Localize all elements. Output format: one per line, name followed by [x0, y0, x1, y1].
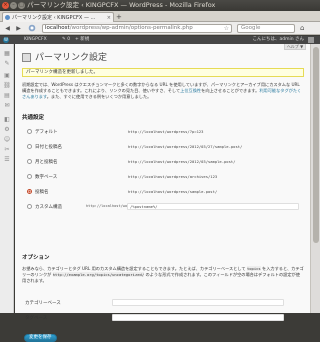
- radio-label: 日付と投稿名: [35, 144, 62, 150]
- radio-default[interactable]: [27, 129, 32, 134]
- window-maximize-button[interactable]: □: [18, 2, 25, 9]
- url-path: /wordpress/wp-admin/options-permalink.ph…: [69, 25, 193, 31]
- optional-code-2: http://example.org/topics/uncategorized/: [52, 272, 145, 277]
- radio-label: 投稿名: [35, 189, 49, 195]
- site-identity-icon[interactable]: [27, 24, 36, 33]
- settings-icon[interactable]: ☰: [3, 156, 11, 163]
- tag-base-label: タグベース: [25, 316, 48, 321]
- url-host: localhost: [45, 25, 70, 31]
- radio-month-name[interactable]: [27, 159, 32, 164]
- page-scrollbar[interactable]: [310, 44, 320, 313]
- search-placeholder: Google: [241, 25, 261, 31]
- search-bar[interactable]: Google: [237, 24, 295, 33]
- new-tab-button[interactable]: +: [116, 13, 122, 21]
- admin-bar-comments[interactable]: ✎ 0: [62, 36, 70, 44]
- intro-text: 初期設定では、WordPress はクエスチョンマークと多くの数字からなる UR…: [22, 82, 304, 100]
- intro-text-2: を向上させることができます。: [201, 88, 260, 93]
- window-controls: × – □: [2, 2, 25, 9]
- example-url: http://localhost/wordpress/2012/03/sampl…: [128, 159, 236, 164]
- window-titlebar: × – □ パーマリンク設定 ‹ KINGPCFX — WordPress - …: [0, 0, 320, 11]
- settings-page-icon: [22, 53, 31, 62]
- scrollbar-thumb[interactable]: [313, 47, 319, 243]
- admin-menu: ▦ ✎ ▣ ⛓ ▤ ✉ ◧ ⚙ ☺ ✂ ☰: [0, 44, 14, 313]
- posts-icon[interactable]: ✎: [3, 60, 11, 67]
- radio-numeric[interactable]: [27, 174, 32, 179]
- radio-label: カスタム構造: [35, 204, 62, 210]
- window-title: パーマリンク設定 ‹ KINGPCFX — WordPress - Mozill…: [27, 1, 216, 9]
- permalink-option-post-name[interactable]: 投稿名: [27, 188, 49, 195]
- tab-close-icon[interactable]: ×: [107, 15, 111, 21]
- example-url: http://localhost/wordpress/sample-post/: [128, 189, 218, 194]
- common-settings-heading: 共通設定: [22, 115, 45, 121]
- updated-notice: パーマリンク構造を更新しました。: [22, 68, 304, 77]
- wp-admin-bar: W KINGPCFX ✎ 0 + 新規 こんにちは、admin さん: [0, 36, 320, 44]
- page-title: パーマリンク設定: [35, 53, 108, 63]
- radio-label: 月と投稿名: [35, 159, 58, 165]
- help-tab[interactable]: ヘルプ ▼: [284, 44, 306, 50]
- radio-label: デフォルト: [35, 129, 58, 135]
- tag-base-input[interactable]: [112, 314, 284, 321]
- custom-structure-input[interactable]: /%postname%/: [127, 203, 299, 210]
- wordpress-logo-icon[interactable]: W: [3, 37, 9, 43]
- wordpress-favicon-icon: [5, 15, 10, 20]
- tab-label: パーマリンク設定 ‹ KINGPCFX — ...: [12, 15, 96, 21]
- bookmark-star-icon[interactable]: ☆: [224, 25, 229, 32]
- main-content: ヘルプ ▼ パーマリンク設定 パーマリンク構造を更新しました。 初期設定では、W…: [15, 44, 310, 342]
- admin-bar-new-content[interactable]: + 新規: [75, 36, 89, 44]
- permalink-option-day-name[interactable]: 日付と投稿名: [27, 143, 62, 150]
- permalink-option-custom[interactable]: カスタム構造: [27, 203, 62, 210]
- appearance-icon[interactable]: ◧: [3, 116, 11, 123]
- users-icon[interactable]: ☺: [3, 136, 11, 143]
- admin-bar-howdy[interactable]: こんにちは、admin さん: [252, 36, 304, 44]
- radio-custom[interactable]: [27, 204, 32, 209]
- navigation-bar: ◀ ▶ localhost/wordpress/wp-admin/options…: [0, 22, 320, 35]
- tab-strip: パーマリンク設定 ‹ KINGPCFX — ... × +: [0, 11, 320, 22]
- intro-link-1[interactable]: 上位互換性: [180, 88, 201, 93]
- window-minimize-button[interactable]: –: [10, 2, 17, 9]
- intro-text-3: 。また、すぐに使用できる例をいくつか用意しました。: [46, 94, 152, 99]
- url-bar[interactable]: localhost/wordpress/wp-admin/options-per…: [42, 24, 232, 33]
- back-button[interactable]: ◀: [3, 24, 12, 33]
- permalink-option-month-name[interactable]: 月と投稿名: [27, 158, 58, 165]
- category-base-label: カテゴリーベース: [25, 301, 61, 306]
- radio-day-name[interactable]: [27, 144, 32, 149]
- radio-label: 数字ベース: [35, 174, 58, 180]
- admin-bar-site-name[interactable]: KINGPCFX: [24, 36, 47, 44]
- save-changes-button[interactable]: 変更を保存: [24, 334, 57, 342]
- pages-icon[interactable]: ▤: [3, 92, 11, 99]
- avatar[interactable]: [308, 37, 314, 43]
- window-close-button[interactable]: ×: [2, 2, 9, 9]
- example-url: http://localhost/wordpress/?p=123: [128, 129, 204, 134]
- example-url: http://localhost/wordpress/2012/03/27/sa…: [128, 144, 243, 149]
- optional-desc-1: お望みなら、カテゴリーとタグ URL 用のカスタム構造を設定することもできます。…: [22, 266, 246, 271]
- links-icon[interactable]: ⛓: [3, 82, 11, 89]
- media-icon[interactable]: ▣: [3, 72, 11, 79]
- dashboard-icon[interactable]: ▦: [3, 50, 11, 57]
- radio-post-name[interactable]: [27, 189, 32, 194]
- optional-description: お望みなら、カテゴリーとタグ URL 用のカスタム構造を設定することもできます。…: [22, 266, 304, 284]
- comments-icon[interactable]: ✉: [3, 102, 11, 109]
- tools-icon[interactable]: ✂: [3, 146, 11, 153]
- optional-heading: オプション: [22, 255, 50, 261]
- plugins-icon[interactable]: ⚙: [3, 126, 11, 133]
- example-url: http://localhost/wordpress/archives/123: [128, 174, 218, 179]
- home-button[interactable]: ⌂: [300, 24, 304, 33]
- permalink-option-numeric[interactable]: 数字ベース: [27, 173, 57, 180]
- browser-tab[interactable]: パーマリンク設定 ‹ KINGPCFX — ... ×: [2, 12, 114, 22]
- optional-code-1: topics: [246, 266, 261, 271]
- category-base-input[interactable]: [112, 299, 284, 306]
- forward-button[interactable]: ▶: [14, 24, 23, 33]
- permalink-option-default[interactable]: デフォルト: [27, 128, 58, 135]
